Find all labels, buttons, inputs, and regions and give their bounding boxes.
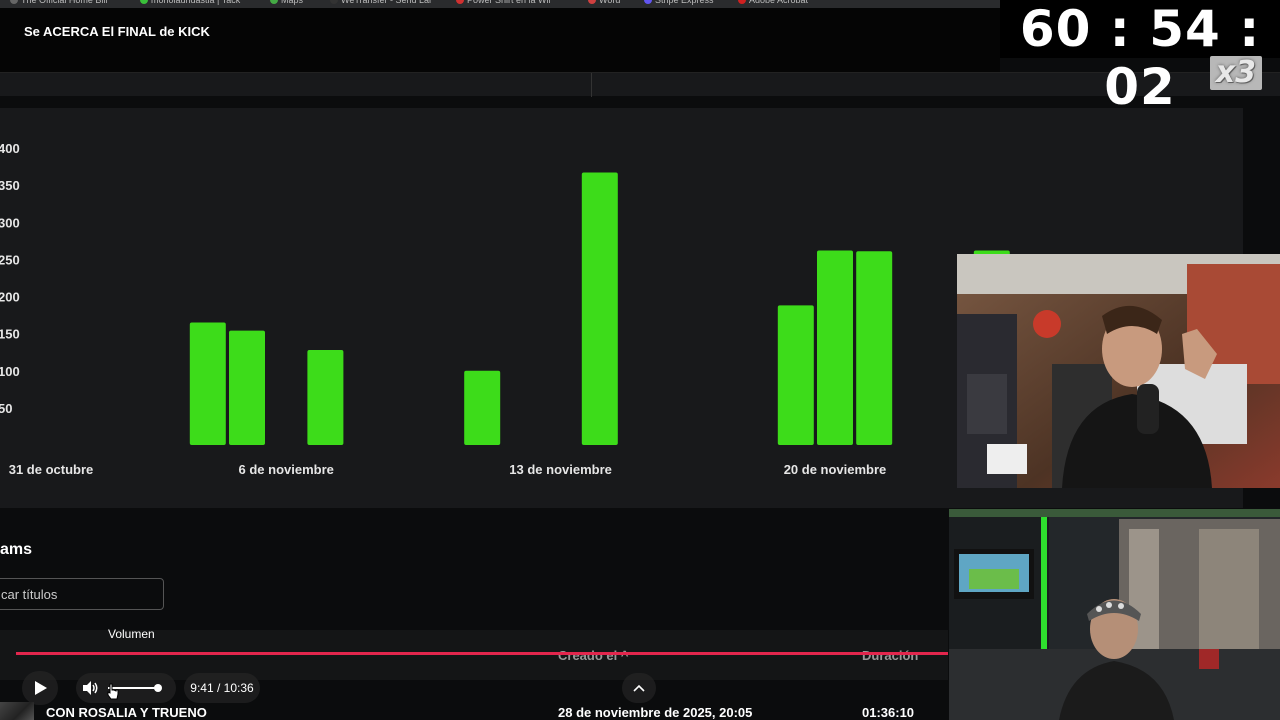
volume-control[interactable] <box>76 673 176 703</box>
webcam-image-room <box>949 509 1280 720</box>
x-tick-label: 13 de noviembre <box>509 462 612 477</box>
bookmark-favicon-icon <box>10 0 18 4</box>
bookmark-favicon-icon <box>588 0 596 4</box>
bookmark-favicon-icon <box>330 0 338 4</box>
playback-time: 9:41 / 10:36 <box>184 673 260 703</box>
subathon-timer: 60 : 54 : 02 <box>1000 0 1280 116</box>
x-tick-label: 20 de noviembre <box>784 462 887 477</box>
bookmark-item[interactable]: monolaundastia | Tack <box>140 0 240 5</box>
chart-bar[interactable] <box>817 250 853 445</box>
bookmark-item[interactable]: The Official Home Bill <box>10 0 107 5</box>
y-tick-label: 400 <box>0 141 20 156</box>
bookmark-item[interactable]: Maps <box>270 0 303 5</box>
screen: The Official Home Bill monolaundastia | T… <box>0 0 1280 720</box>
video-top-bar: Se ACERCA El FINAL de KICK <box>0 8 1000 72</box>
bookmark-label: Adobe Acrobat <box>749 0 809 5</box>
bookmark-label: The Official Home Bill <box>21 0 108 5</box>
bookmark-item[interactable]: Stripe Express <box>644 0 714 5</box>
tab-divider <box>591 73 592 97</box>
bookmark-favicon-icon <box>140 0 148 4</box>
y-tick-label: 100 <box>0 364 20 379</box>
bookmark-label: Maps <box>281 0 304 5</box>
y-tick-label: 300 <box>0 215 20 230</box>
video-title: Se ACERCA El FINAL de KICK <box>24 24 210 39</box>
streams-heading: ams <box>0 541 33 558</box>
bookmark-label: monolaundastia | Tack <box>151 0 241 5</box>
bookmark-item[interactable]: Word <box>588 0 620 5</box>
bookmark-item[interactable]: Power Shirt en la Wil <box>456 0 551 5</box>
volume-icon[interactable] <box>82 680 100 696</box>
chart-bar[interactable] <box>464 370 501 445</box>
play-icon <box>35 681 47 695</box>
webcam-image <box>957 254 1280 488</box>
volume-tooltip: Volumen <box>108 627 155 641</box>
bookmark-label: Power Shirt en la Wil <box>467 0 551 5</box>
column-duration[interactable]: Duración <box>862 648 918 663</box>
bookmark-label: Word <box>599 0 621 5</box>
bookmark-favicon-icon <box>644 0 652 4</box>
y-tick-label: 250 <box>0 252 20 267</box>
bookmark-favicon-icon <box>456 0 464 4</box>
stream-created-date: 28 de noviembre de 2025, 20:05 <box>558 705 753 720</box>
x-tick-label: 6 de noviembre <box>239 462 334 477</box>
bookmark-label: Stripe Express <box>655 0 714 5</box>
column-created[interactable]: Creado el ^ <box>558 648 628 663</box>
y-tick-label: 200 <box>0 290 20 305</box>
bookmark-label: WeTransfer - Send Lar <box>341 0 433 5</box>
chart-bar[interactable] <box>856 251 893 445</box>
video-progress-bar[interactable] <box>16 652 948 655</box>
search-titles-input[interactable] <box>0 578 164 610</box>
expand-button[interactable] <box>622 673 656 703</box>
stream-thumbnail[interactable] <box>0 702 34 720</box>
bookmark-item[interactable]: WeTransfer - Send Lar <box>330 0 432 5</box>
webcam-overlay-main <box>957 254 1280 488</box>
bookmark-favicon-icon <box>738 0 746 4</box>
bookmarks-bar: The Official Home Bill monolaundastia | T… <box>0 0 1000 8</box>
chart-bar[interactable] <box>307 349 344 445</box>
chart-bar[interactable] <box>777 305 814 445</box>
y-tick-label: 150 <box>0 327 20 342</box>
dashboard-tab-strip <box>0 72 1280 97</box>
stream-title[interactable]: CON ROSALIA Y TRUENO <box>46 705 207 720</box>
webcam-overlay-secondary <box>949 509 1280 720</box>
mouse-cursor-icon <box>107 683 119 700</box>
volume-slider-handle[interactable] <box>154 684 162 692</box>
y-tick-label: 50 <box>0 401 12 416</box>
chart-bar[interactable] <box>581 172 618 445</box>
multiplier-badge: x3 <box>1209 56 1262 90</box>
chart-bar[interactable] <box>229 330 265 445</box>
bookmark-favicon-icon <box>270 0 278 4</box>
x-tick-label: 31 de octubre <box>9 462 94 477</box>
stream-duration: 01:36:10 <box>862 705 915 720</box>
bookmark-item[interactable]: Adobe Acrobat <box>738 0 808 5</box>
y-tick-label: 350 <box>0 178 20 193</box>
chevron-up-icon <box>633 684 645 692</box>
chart-bar[interactable] <box>189 322 226 445</box>
